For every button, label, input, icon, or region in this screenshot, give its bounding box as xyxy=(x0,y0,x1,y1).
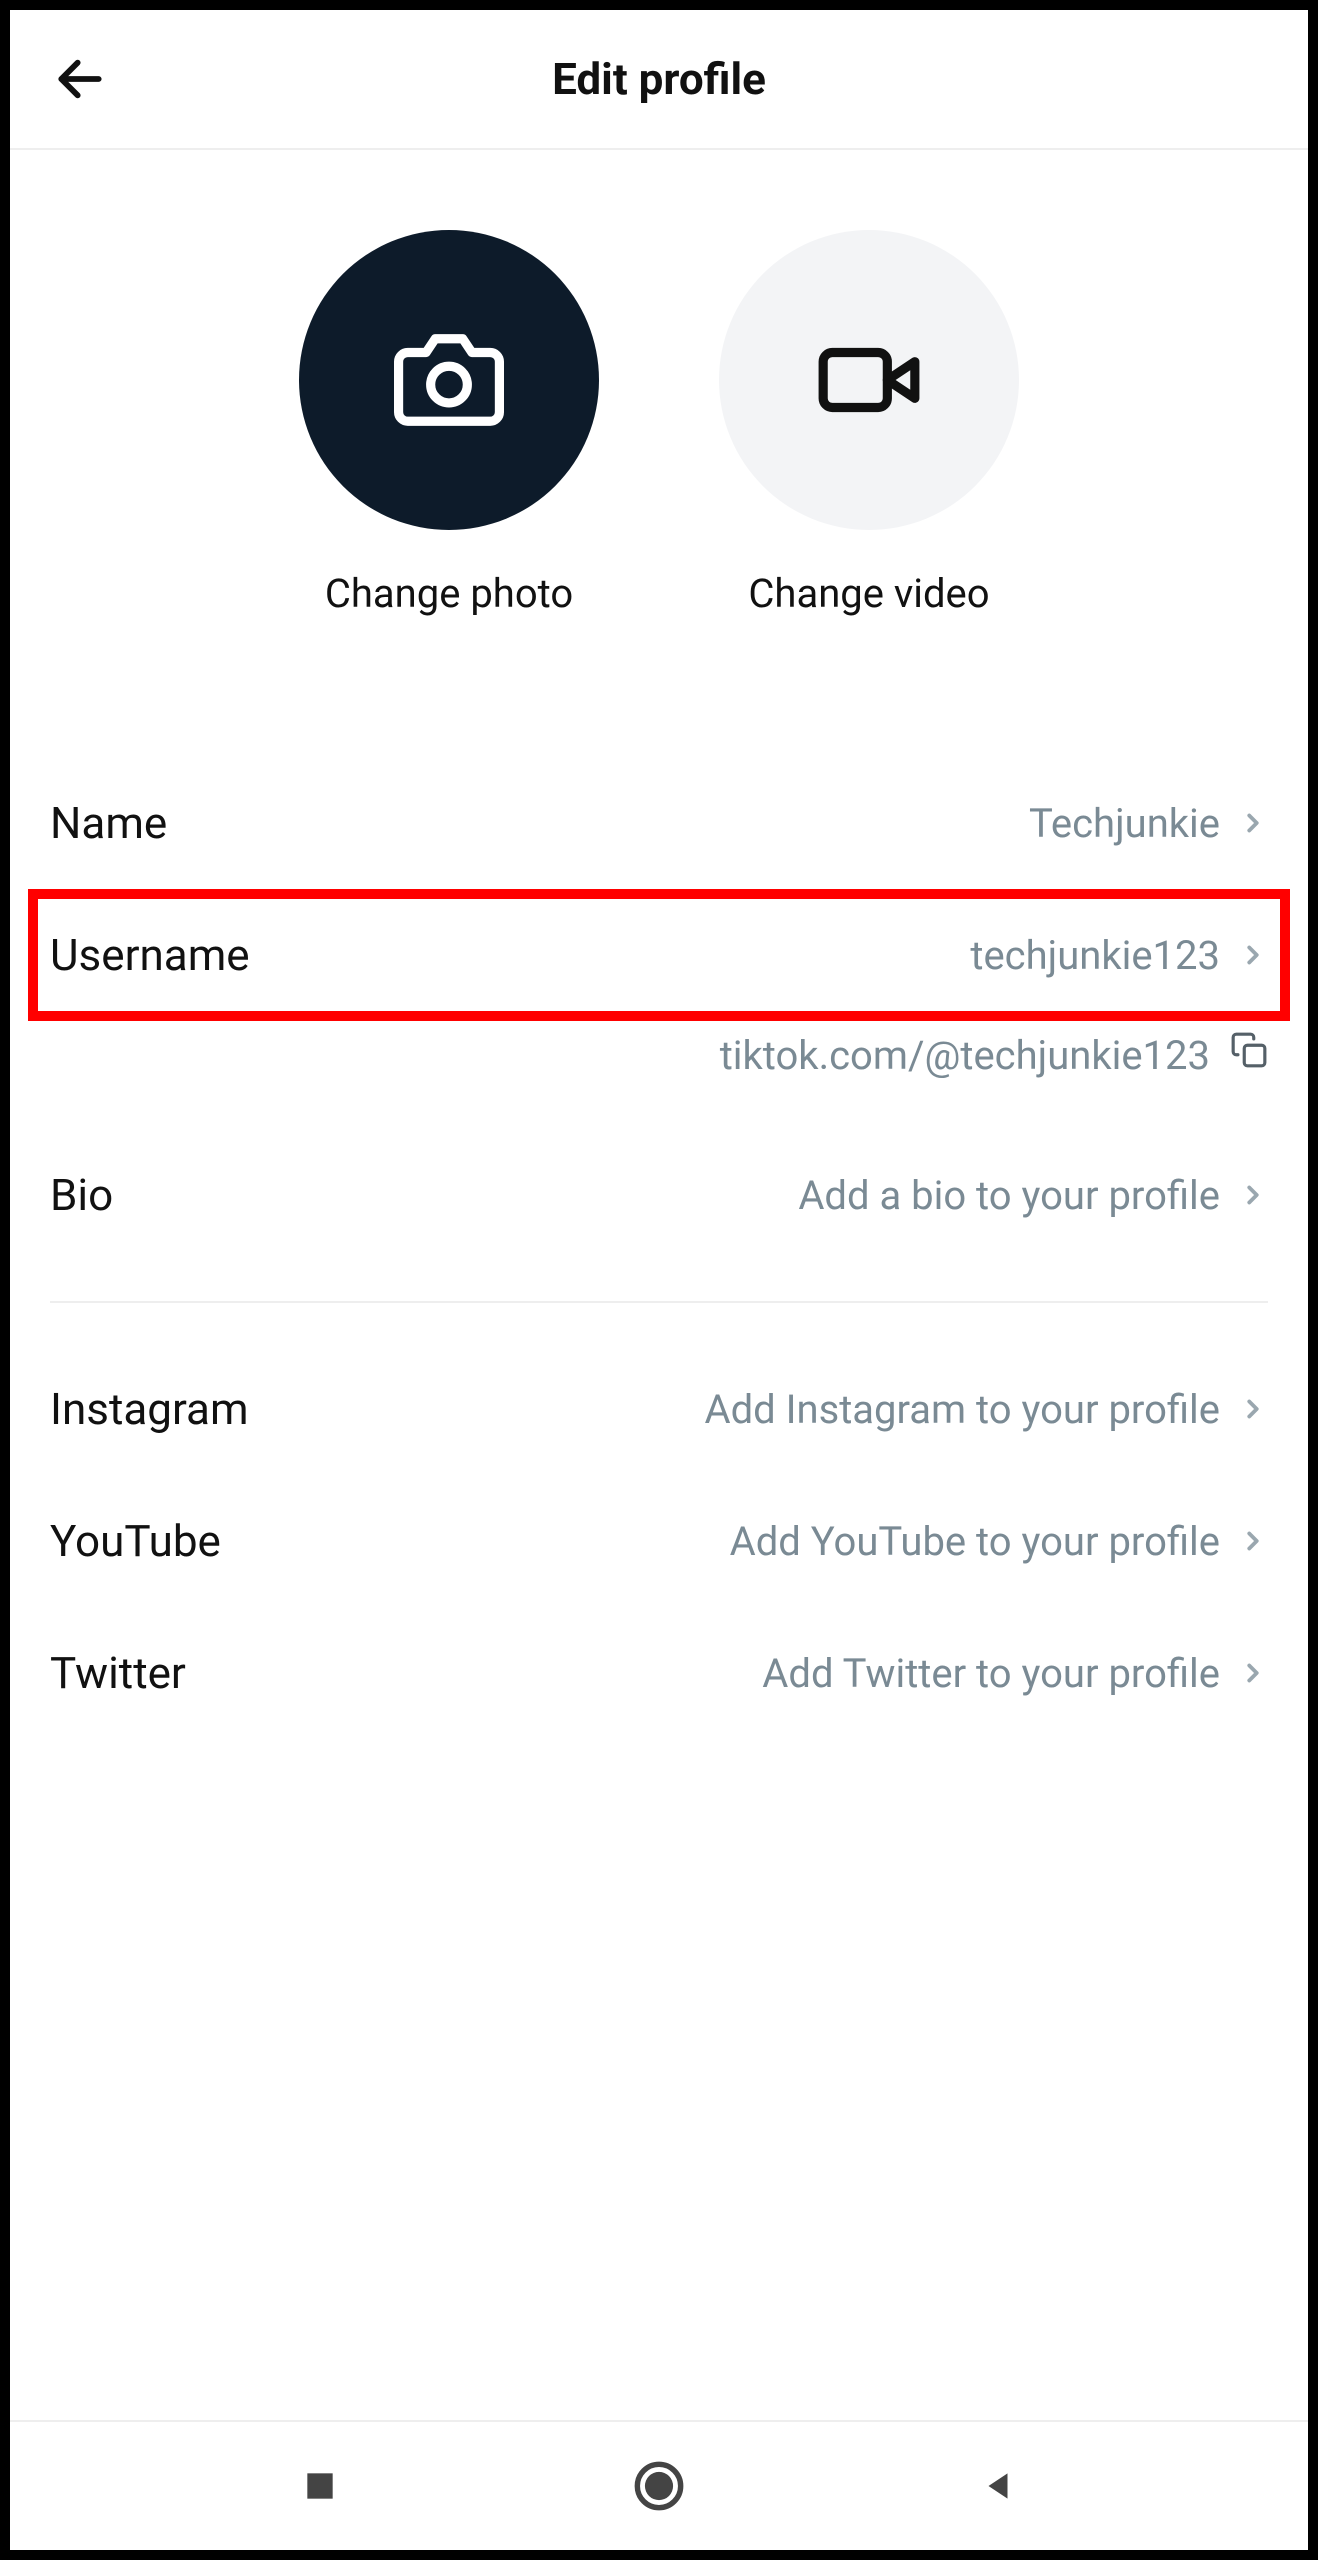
copy-url-button[interactable] xyxy=(1230,1031,1268,1079)
change-photo-button[interactable]: Change photo xyxy=(299,230,599,617)
page-title: Edit profile xyxy=(10,53,1308,105)
content: Change photo Change video Name Techjunki… xyxy=(10,150,1308,2420)
chevron-right-icon xyxy=(1238,1180,1268,1210)
triangle-left-icon xyxy=(979,2467,1017,2505)
name-value: Techjunkie xyxy=(1029,800,1268,847)
chevron-right-icon xyxy=(1238,940,1268,970)
profile-video-circle xyxy=(719,230,1019,530)
username-row[interactable]: Username techjunkie123 xyxy=(28,889,1290,1021)
twitter-value: Add Twitter to your profile xyxy=(762,1650,1268,1697)
instagram-row[interactable]: Instagram Add Instagram to your profile xyxy=(50,1343,1268,1475)
circle-icon xyxy=(633,2460,685,2512)
bio-value-text: Add a bio to your profile xyxy=(798,1172,1220,1219)
header: Edit profile xyxy=(10,10,1308,150)
youtube-label: YouTube xyxy=(50,1515,221,1567)
name-value-text: Techjunkie xyxy=(1029,800,1220,847)
media-row: Change photo Change video xyxy=(50,150,1268,677)
change-video-label: Change video xyxy=(748,570,989,617)
chevron-right-icon xyxy=(1238,808,1268,838)
name-row[interactable]: Name Techjunkie xyxy=(50,757,1268,889)
bio-label: Bio xyxy=(50,1169,113,1221)
nav-recent-button[interactable] xyxy=(285,2451,355,2521)
video-icon xyxy=(814,325,924,435)
profile-url-text: tiktok.com/@techjunkie123 xyxy=(720,1032,1210,1079)
bio-value: Add a bio to your profile xyxy=(798,1172,1268,1219)
username-value: techjunkie123 xyxy=(970,932,1268,979)
chevron-right-icon xyxy=(1238,1526,1268,1556)
change-photo-label: Change photo xyxy=(325,570,573,617)
change-video-button[interactable]: Change video xyxy=(719,230,1019,617)
name-label: Name xyxy=(50,797,167,849)
youtube-value-text: Add YouTube to your profile xyxy=(730,1518,1220,1565)
arrow-left-icon xyxy=(52,51,108,107)
camera-icon xyxy=(394,325,504,435)
instagram-value: Add Instagram to your profile xyxy=(704,1386,1268,1433)
nav-home-button[interactable] xyxy=(624,2451,694,2521)
bio-row[interactable]: Bio Add a bio to your profile xyxy=(50,1129,1268,1261)
copy-icon xyxy=(1230,1031,1268,1069)
youtube-value: Add YouTube to your profile xyxy=(730,1518,1268,1565)
chevron-right-icon xyxy=(1238,1658,1268,1688)
chevron-right-icon xyxy=(1238,1394,1268,1424)
profile-photo-circle xyxy=(299,230,599,530)
square-icon xyxy=(301,2467,339,2505)
twitter-value-text: Add Twitter to your profile xyxy=(762,1650,1220,1697)
username-value-text: techjunkie123 xyxy=(970,932,1220,979)
twitter-row[interactable]: Twitter Add Twitter to your profile xyxy=(50,1607,1268,1739)
youtube-row[interactable]: YouTube Add YouTube to your profile xyxy=(50,1475,1268,1607)
instagram-label: Instagram xyxy=(50,1383,249,1435)
android-navbar xyxy=(10,2420,1308,2550)
profile-url-row: tiktok.com/@techjunkie123 xyxy=(50,1021,1268,1129)
instagram-value-text: Add Instagram to your profile xyxy=(704,1386,1220,1433)
nav-back-button[interactable] xyxy=(963,2451,1033,2521)
divider xyxy=(50,1301,1268,1303)
edit-profile-screen: Edit profile Change photo Change video N… xyxy=(0,0,1318,2560)
twitter-label: Twitter xyxy=(50,1647,186,1699)
username-label: Username xyxy=(50,929,250,981)
back-button[interactable] xyxy=(50,49,110,109)
